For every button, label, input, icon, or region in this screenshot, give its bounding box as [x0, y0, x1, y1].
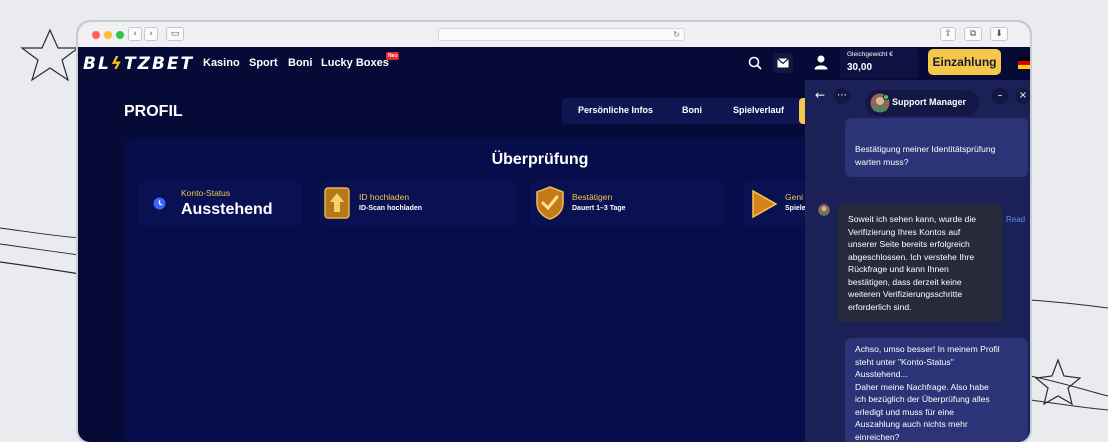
step-upload-id[interactable]: ID hochladen ID-Scan hochladen — [320, 181, 515, 226]
site-logo[interactable]: BLϟTZBET — [83, 54, 194, 74]
browser-titlebar: ‹ › ▭ ↻ ⇪ ⧉ ⬇ — [78, 22, 1030, 47]
step-label: Bestätigen — [572, 192, 612, 202]
message-line: Verifizierung Ihres Kontos auf — [848, 226, 993, 239]
search-icon[interactable] — [748, 56, 762, 70]
message-line: einreichen? — [855, 431, 1018, 442]
message-line: unserer Seite bereits erfolgreich — [848, 238, 993, 251]
chat-minimize-button[interactable]: – — [992, 88, 1008, 104]
user-icon[interactable] — [814, 55, 828, 70]
logo-bolt: ϟ — [111, 54, 124, 74]
step-label: Konto-Status — [181, 188, 230, 198]
balance-value: 30,00 — [847, 62, 872, 73]
step-value: Dauert 1–3 Tage — [572, 205, 626, 212]
tab-boni[interactable]: Boni — [682, 105, 702, 115]
message-line: Rückfrage und kann Ihnen — [848, 263, 993, 276]
logo-text-1: BL — [83, 54, 111, 74]
mail-icon — [777, 58, 789, 68]
sidebar-toggle-button[interactable]: ▭ — [166, 27, 184, 41]
step-label: ID hochladen — [359, 192, 409, 202]
message-line: erledigt und muss für eine — [855, 406, 1018, 419]
nav-link-sport[interactable]: Sport — [249, 57, 278, 69]
profile-tabs: Persönliche Infos Boni Spielverlauf — [562, 98, 807, 124]
step-account-status: Konto-Status Ausstehend — [138, 181, 302, 226]
nav-link-boni[interactable]: Boni — [288, 57, 312, 69]
minimize-window-button[interactable] — [104, 31, 112, 39]
step-value: ID-Scan hochladen — [359, 205, 422, 212]
nav-link-lucky-boxes[interactable]: Lucky Boxes — [321, 57, 389, 69]
chat-message-user: Bestätigung meiner Identitätsprüfung war… — [845, 118, 1028, 177]
message-line: ich bezüglich der Überprüfung alles — [855, 393, 1018, 406]
upload-icon — [324, 187, 350, 219]
agent-name: Support Manager — [892, 97, 966, 107]
chat-more-button[interactable]: ⋯ — [834, 88, 850, 104]
forward-button[interactable]: › — [144, 27, 158, 41]
message-line: warten muss? — [855, 156, 1018, 169]
new-badge: Neu — [386, 52, 399, 60]
share-button[interactable]: ⇪ — [940, 27, 956, 41]
chat-message-agent: Soweit ich sehen kann, wurde die Verifiz… — [837, 204, 1003, 322]
message-line: Bestätigung meiner Identitätsprüfung — [855, 143, 1018, 156]
reload-icon[interactable]: ↻ — [673, 29, 680, 41]
chat-close-button[interactable]: × — [1015, 88, 1030, 104]
download-button[interactable]: ⬇ — [990, 27, 1008, 41]
tab-personal-info[interactable]: Persönliche Infos — [578, 105, 653, 115]
chat-back-button[interactable]: ← — [812, 88, 828, 104]
site-navbar: BLϟTZBET Kasino Sport Boni Lucky Boxes N… — [78, 47, 1030, 79]
step-confirm: Bestätigen Dauert 1–3 Tage — [530, 181, 725, 226]
close-window-button[interactable] — [92, 31, 100, 39]
mail-button[interactable] — [773, 53, 793, 73]
message-line: abgeschlossen. Ich verstehe Ihre — [848, 251, 993, 264]
clock-icon — [153, 197, 166, 210]
message-line: Auszahlung auch nichts mehr — [855, 418, 1018, 431]
message-line: Daher meine Nachfrage. Also habe — [855, 381, 1018, 394]
message-line: Achso, umso besser! In meinem Profil — [855, 343, 1018, 356]
page-title: PROFIL — [124, 103, 183, 121]
agent-avatar-small — [818, 204, 830, 216]
shield-check-icon — [534, 185, 566, 221]
play-icon — [750, 189, 778, 219]
tab-game-history[interactable]: Spielverlauf — [733, 105, 784, 115]
step-value: Spiele — [785, 205, 806, 212]
chat-message-user: Achso, umso besser! In meinem Profil ste… — [845, 338, 1028, 442]
chat-agent-header: Support Manager — [865, 90, 979, 116]
message-line: weiteren Verifizierungsschritte — [848, 288, 993, 301]
message-line: Soweit ich sehen kann, wurde die — [848, 213, 993, 226]
browser-window: ‹ › ▭ ↻ ⇪ ⧉ ⬇ BLϟTZBET Kasino Sport Boni… — [78, 22, 1030, 442]
nav-link-kasino[interactable]: Kasino — [203, 57, 240, 69]
message-line: bestätigen, dass derzeit keine — [848, 276, 993, 289]
tabs-button[interactable]: ⧉ — [964, 27, 982, 41]
agent-avatar — [870, 93, 890, 113]
logo-text-2: TZBET — [124, 54, 194, 74]
back-button[interactable]: ‹ — [128, 27, 142, 41]
step-label: Geni — [785, 192, 803, 202]
deposit-button[interactable]: Einzahlung — [928, 49, 1001, 75]
language-flag-icon[interactable] — [1018, 57, 1030, 69]
message-line: steht unter "Konto-Status" — [855, 356, 1018, 369]
balance-label: Gleichgewicht € — [847, 51, 893, 58]
star-outline-icon — [22, 30, 78, 80]
account-status-value: Ausstehend — [181, 201, 273, 219]
support-chat-panel: ← ⋯ Support Manager – × Bestätigung mein… — [805, 80, 1030, 442]
maximize-window-button[interactable] — [116, 31, 124, 39]
message-line: Ausstehend... — [855, 368, 1018, 381]
read-receipt: Read — [1006, 215, 1025, 224]
message-line: erforderlich sind. — [848, 301, 993, 314]
address-bar[interactable]: ↻ — [438, 28, 685, 41]
